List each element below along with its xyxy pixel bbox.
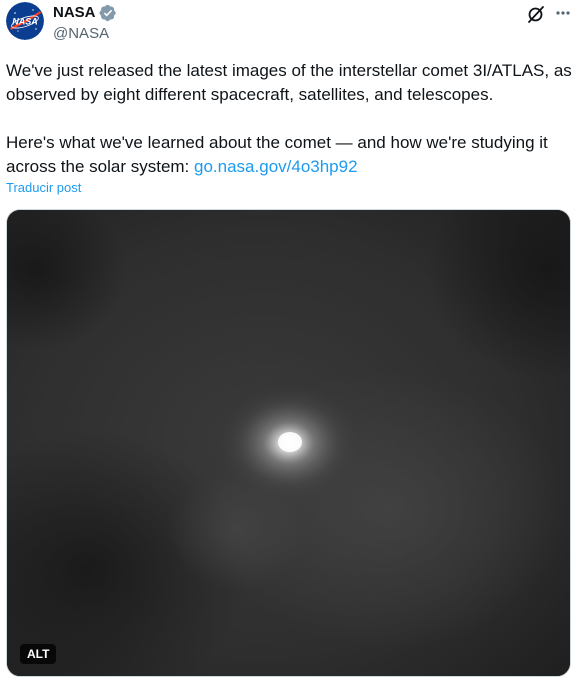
- display-name[interactable]: NASA: [53, 4, 96, 22]
- verified-badge-icon: [99, 4, 117, 22]
- post-paragraph: Here's what we've learned about the come…: [6, 131, 574, 179]
- comet-image: [7, 210, 570, 676]
- more-options-icon[interactable]: [553, 3, 573, 23]
- post-image[interactable]: ALT: [6, 209, 571, 677]
- nasa-logo-icon: NASA: [6, 2, 44, 40]
- avatar-wordmark: NASA: [12, 17, 38, 27]
- post-paragraph: We've just released the latest images of…: [6, 61, 572, 104]
- translate-post-link[interactable]: Traducir post: [6, 180, 81, 196]
- user-handle[interactable]: @NASA: [53, 24, 117, 44]
- author-info: NASA @NASA: [53, 4, 117, 44]
- post-header: NASA NASA @NASA: [0, 0, 581, 48]
- grok-icon[interactable]: [526, 4, 546, 24]
- alt-text-badge[interactable]: ALT: [20, 644, 57, 664]
- post-text: We've just released the latest images of…: [6, 59, 574, 179]
- post-link[interactable]: go.nasa.gov/4o3hp92: [194, 157, 358, 176]
- avatar[interactable]: NASA: [6, 2, 44, 40]
